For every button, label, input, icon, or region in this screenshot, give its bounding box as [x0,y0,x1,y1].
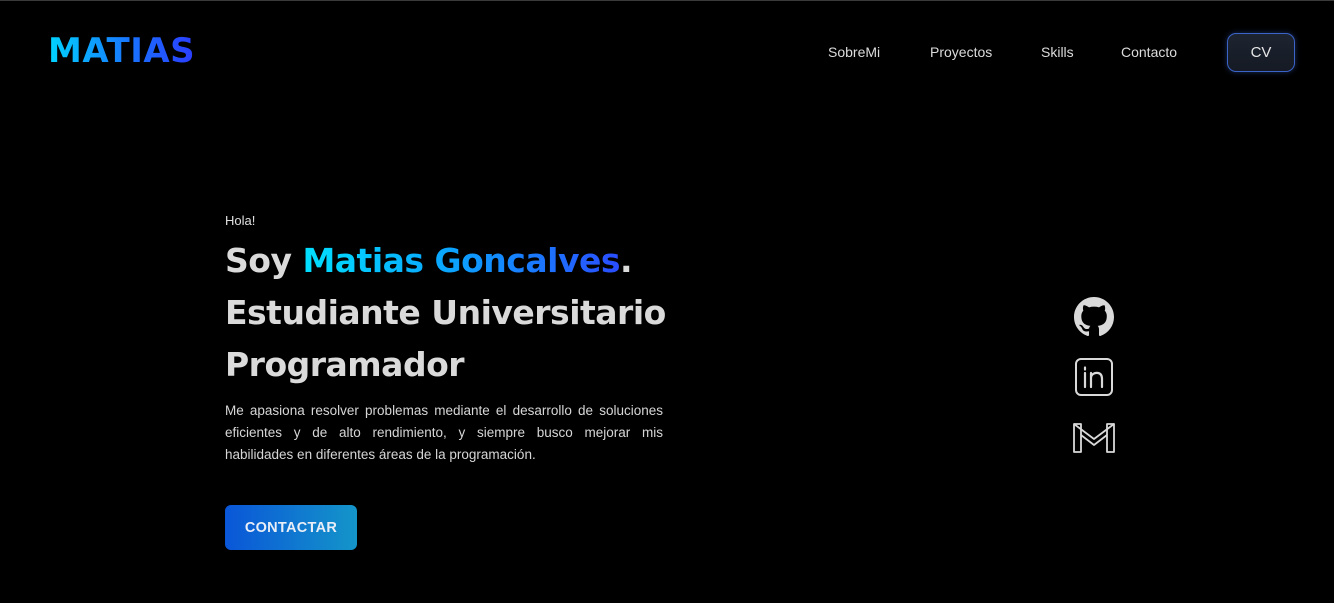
headline-line-1: Soy Matias Goncalves. [225,235,666,287]
headline-line-3: Programador [225,345,465,384]
github-link[interactable] [1070,297,1118,341]
gmail-icon [1073,423,1115,453]
linkedin-icon [1075,358,1113,396]
greeting: Hola! [225,213,256,228]
intro-prefix: Soy [225,241,303,280]
cv-button[interactable]: CV [1227,33,1295,72]
hero-description: Me apasiona resolver problemas mediante … [225,403,663,462]
contact-button-label: CONTACTAR [244,519,338,536]
cv-button-label: CV [1250,44,1272,61]
nav-link-proyectos[interactable]: Proyectos [930,44,992,60]
nav-link-sobremi[interactable]: SobreMi [828,44,880,60]
social-links [1070,297,1118,477]
gmail-link[interactable] [1070,417,1118,461]
nav-link-contacto[interactable]: Contacto [1121,44,1177,60]
main-nav: SobreMi Proyectos Skills Contacto [0,44,1334,64]
linkedin-link[interactable] [1070,357,1118,401]
headline-line-2: Estudiante Universitario [225,293,666,332]
github-icon [1074,297,1114,337]
hero-name: Matias Goncalves [302,241,620,280]
intro-suffix: . [619,241,633,280]
contact-button[interactable]: CONTACTAR [225,505,357,550]
hero-headline: Soy Matias Goncalves. Estudiante Univers… [225,235,666,391]
nav-link-skills[interactable]: Skills [1041,44,1074,60]
